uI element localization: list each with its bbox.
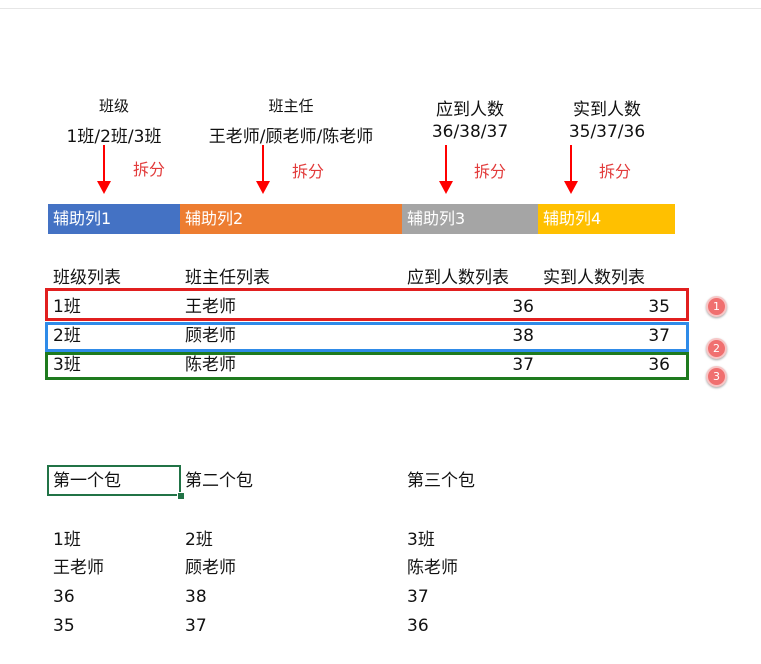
helper-column-4: 辅助列4 — [538, 204, 675, 234]
row-highlight-2 — [45, 322, 689, 352]
number-badge-2: 2 — [706, 338, 727, 359]
down-arrow-icon — [256, 145, 270, 194]
table-cell-teacher[interactable]: 王老师 — [185, 296, 236, 318]
list-header-class: 班级列表 — [53, 268, 121, 288]
source-header-expected: 应到人数 — [436, 100, 504, 120]
package-title-1[interactable]: 第一个包 — [53, 470, 121, 492]
package-cell[interactable]: 36 — [407, 615, 429, 637]
package-cell[interactable]: 1班 — [53, 529, 81, 551]
package-cell[interactable]: 36 — [53, 586, 75, 608]
table-cell-expected[interactable]: 37 — [474, 354, 534, 376]
package-title-3[interactable]: 第三个包 — [407, 470, 475, 492]
package-cell[interactable]: 37 — [407, 586, 429, 608]
helper-column-2: 辅助列2 — [180, 204, 402, 234]
table-cell-teacher[interactable]: 陈老师 — [185, 354, 236, 376]
top-divider — [0, 8, 761, 9]
table-cell-expected[interactable]: 36 — [474, 296, 534, 318]
row-highlight-3 — [45, 352, 689, 380]
source-header-actual: 实到人数 — [573, 100, 641, 120]
package-cell[interactable]: 王老师 — [53, 557, 104, 579]
source-header-class: 班级 — [98, 97, 130, 115]
package-cell[interactable]: 顾老师 — [185, 557, 236, 579]
split-label: 拆分 — [133, 160, 166, 179]
table-cell-actual[interactable]: 35 — [610, 296, 670, 318]
list-header-expected: 应到人数列表 — [407, 268, 509, 288]
list-header-actual: 实到人数列表 — [543, 268, 645, 288]
split-label: 拆分 — [474, 162, 507, 181]
helper-column-1: 辅助列1 — [48, 204, 180, 234]
number-badge-3: 3 — [706, 366, 727, 387]
package-cell[interactable]: 35 — [53, 615, 75, 637]
list-header-teacher: 班主任列表 — [185, 268, 270, 288]
row-highlight-1 — [45, 288, 689, 321]
split-label: 拆分 — [599, 162, 632, 181]
table-cell-expected[interactable]: 38 — [474, 325, 534, 347]
source-value-teacher: 王老师/顾老师/陈老师 — [208, 127, 374, 147]
table-cell-actual[interactable]: 37 — [610, 325, 670, 347]
helper-column-3: 辅助列3 — [402, 204, 538, 234]
package-cell[interactable]: 陈老师 — [407, 557, 458, 579]
package-cell[interactable]: 38 — [185, 586, 207, 608]
source-value-class: 1班/2班/3班 — [66, 127, 162, 147]
table-cell-class[interactable]: 1班 — [53, 296, 81, 318]
package-cell[interactable]: 37 — [185, 615, 207, 637]
source-value-actual: 35/37/36 — [568, 122, 646, 142]
fill-handle[interactable] — [177, 492, 185, 500]
package-cell[interactable]: 2班 — [185, 529, 213, 551]
package-cell[interactable]: 3班 — [407, 529, 435, 551]
down-arrow-icon — [564, 145, 578, 194]
split-label: 拆分 — [292, 162, 325, 181]
source-header-teacher: 班主任 — [268, 97, 314, 115]
source-value-expected: 36/38/37 — [431, 122, 509, 142]
table-cell-actual[interactable]: 36 — [610, 354, 670, 376]
down-arrow-icon — [439, 145, 453, 194]
table-cell-teacher[interactable]: 顾老师 — [185, 325, 236, 347]
table-cell-class[interactable]: 2班 — [53, 325, 81, 347]
number-badge-1: 1 — [706, 296, 727, 317]
down-arrow-icon — [97, 145, 111, 194]
table-cell-class[interactable]: 3班 — [53, 354, 81, 376]
package-title-2[interactable]: 第二个包 — [185, 470, 253, 492]
